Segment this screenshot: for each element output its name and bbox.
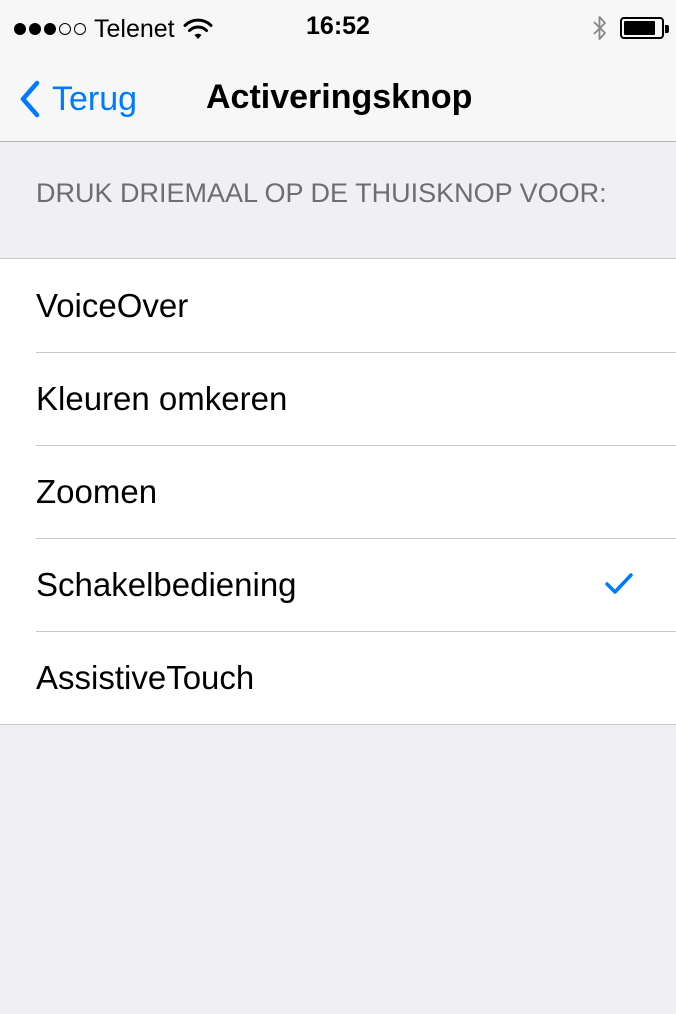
option-label: Zoomen (36, 472, 158, 510)
bluetooth-icon (593, 16, 606, 40)
chevron-left-icon (20, 80, 40, 118)
option-assistivetouch[interactable]: AssistiveTouch (0, 631, 676, 724)
option-kleuren-omkeren[interactable]: Kleuren omkeren (0, 352, 676, 445)
back-label: Terug (52, 79, 138, 118)
status-bar: Telenet 16:52 (0, 0, 676, 56)
section-header: DRUK DRIEMAAL OP DE THUISKNOP VOOR: (36, 178, 607, 208)
checkmark-icon (605, 573, 633, 594)
option-label: Kleuren omkeren (36, 379, 288, 417)
option-label: AssistiveTouch (36, 658, 255, 696)
option-label: Schakelbediening (36, 565, 297, 603)
option-schakelbediening[interactable]: Schakelbediening (0, 538, 676, 631)
status-time: 16:52 (306, 12, 370, 40)
option-label: VoiceOver (36, 286, 189, 324)
back-button[interactable]: Terug (18, 74, 137, 124)
options-list: VoiceOver Kleuren omkeren Zoomen Schakel… (0, 258, 676, 725)
page-title: Activeringsknop (206, 78, 473, 116)
battery-nub (665, 25, 669, 33)
navigation-bar: Terug Activeringsknop (0, 56, 676, 142)
battery-icon (620, 17, 669, 39)
battery-level (624, 21, 655, 35)
status-right (592, 12, 669, 44)
option-voiceover[interactable]: VoiceOver (0, 259, 676, 352)
option-zoomen[interactable]: Zoomen (0, 445, 676, 538)
